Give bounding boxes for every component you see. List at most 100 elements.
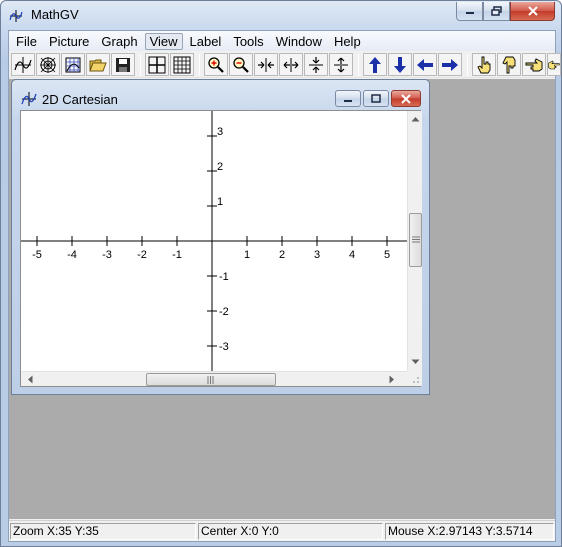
child-minimize-button[interactable] xyxy=(335,90,361,107)
x-tick-label: 2 xyxy=(279,249,285,261)
grip-icon xyxy=(207,376,214,384)
graph-function-button[interactable] xyxy=(11,53,35,76)
client-area: File Picture Graph View Label Tools Wind… xyxy=(8,30,561,542)
x-tick-label: 4 xyxy=(349,249,355,261)
3d-graph-button[interactable] xyxy=(61,53,85,76)
graph-function-icon xyxy=(21,92,37,106)
y-tick-label: -2 xyxy=(219,306,229,318)
menu-label[interactable]: Label xyxy=(185,33,227,50)
expand-horizontal-icon xyxy=(283,57,299,72)
minimize-button[interactable] xyxy=(456,2,483,21)
hand-right-button[interactable] xyxy=(547,53,561,76)
save-disk-icon xyxy=(116,57,130,72)
status-zoom: Zoom X:35 Y:35 xyxy=(10,523,196,540)
vertical-scroll-thumb[interactable] xyxy=(409,213,422,267)
menu-tools[interactable]: Tools xyxy=(228,33,268,50)
compress-vertical-icon xyxy=(309,56,323,73)
menu-picture[interactable]: Picture xyxy=(44,33,94,50)
child-caption-buttons xyxy=(333,90,421,107)
pan-up-button[interactable] xyxy=(363,53,387,76)
axes-button[interactable] xyxy=(145,53,169,76)
toolbar-group-file xyxy=(10,53,137,77)
expand-horizontal-button[interactable] xyxy=(279,53,303,76)
expand-vertical-button[interactable] xyxy=(329,53,353,76)
save-button[interactable] xyxy=(111,53,135,76)
menu-help[interactable]: Help xyxy=(329,33,366,50)
y-tick-label: -3 xyxy=(219,341,229,353)
size-grip[interactable] xyxy=(407,371,422,386)
arrow-down-icon xyxy=(394,56,406,73)
hand-up-button[interactable] xyxy=(472,53,496,76)
axes-icon xyxy=(148,56,166,73)
caption-buttons xyxy=(456,2,555,22)
horizontal-scroll-thumb[interactable] xyxy=(146,373,276,386)
zoom-out-icon xyxy=(233,56,249,73)
child-maximize-button[interactable] xyxy=(363,90,389,107)
compress-horizontal-button[interactable] xyxy=(254,53,278,76)
menu-bar: File Picture Graph View Label Tools Wind… xyxy=(9,31,555,51)
scroll-left-arrow-icon[interactable] xyxy=(27,375,33,384)
close-icon xyxy=(527,6,538,16)
grid-button[interactable] xyxy=(170,53,194,76)
child-close-button[interactable] xyxy=(391,90,421,107)
status-mouse: Mouse X:2.97143 Y:3.5714 xyxy=(385,523,554,540)
cartesian-plot[interactable]: -5 -4 -3 -2 -1 1 2 3 4 5 3 2 1 -1 -2 -3 xyxy=(21,111,407,371)
minimize-icon xyxy=(344,99,352,102)
x-tick-label: -3 xyxy=(102,249,112,261)
restore-icon xyxy=(490,6,502,16)
hand-down-button[interactable] xyxy=(497,53,521,76)
graph-function-icon xyxy=(14,56,32,73)
x-tick-label: 1 xyxy=(244,249,250,261)
title-bar[interactable]: MathGV xyxy=(1,1,561,29)
hand-pointer-right-icon xyxy=(548,60,560,69)
mdi-workspace: 2D Cartesian -5 -4 -3 -2 -1 1 2 3 4 5 3 2 1 -1 -2 -3 xyxy=(9,79,555,519)
toolbar xyxy=(9,52,561,78)
hand-pointer-left-icon xyxy=(525,57,543,71)
3d-graph-icon xyxy=(65,57,81,72)
arrow-left-icon xyxy=(417,58,433,71)
vertical-scrollbar[interactable] xyxy=(407,111,422,371)
scroll-down-arrow-icon[interactable] xyxy=(411,359,420,365)
window-title: MathGV xyxy=(31,7,79,22)
arrow-up-icon xyxy=(369,56,381,73)
hand-left-button[interactable] xyxy=(522,53,546,76)
menu-file[interactable]: File xyxy=(11,33,42,50)
x-tick-label: 3 xyxy=(314,249,320,261)
zoom-out-button[interactable] xyxy=(229,53,253,76)
app-window: MathGV File Picture Graph View Label Too… xyxy=(0,0,562,547)
scroll-right-arrow-icon[interactable] xyxy=(389,375,395,384)
status-center: Center X:0 Y:0 xyxy=(198,523,383,540)
plot-canvas[interactable]: -5 -4 -3 -2 -1 1 2 3 4 5 3 2 1 -1 -2 -3 xyxy=(21,111,407,371)
menu-view[interactable]: View xyxy=(144,32,183,50)
menu-graph[interactable]: Graph xyxy=(96,33,142,50)
menu-window[interactable]: Window xyxy=(271,33,327,50)
horizontal-scrollbar[interactable] xyxy=(21,371,407,386)
maximize-icon xyxy=(371,93,381,103)
polar-graph-button[interactable] xyxy=(36,53,60,76)
zoom-in-button[interactable] xyxy=(204,53,228,76)
polar-graph-icon xyxy=(40,56,56,73)
mathgv-app-icon xyxy=(9,10,23,22)
toolbar-separator xyxy=(358,53,359,76)
toolbar-separator xyxy=(140,53,141,76)
pan-left-button[interactable] xyxy=(413,53,437,76)
status-bar: Zoom X:35 Y:35 Center X:0 Y:0 Mouse X:2.… xyxy=(9,520,555,541)
expand-vertical-icon xyxy=(334,57,348,72)
y-tick-label: 2 xyxy=(217,161,223,173)
toolbar-group-hand xyxy=(471,53,562,77)
toolbar-group-zoom xyxy=(203,53,355,77)
pan-right-button[interactable] xyxy=(438,53,462,76)
close-button[interactable] xyxy=(510,2,555,21)
toolbar-group-axes xyxy=(144,53,196,77)
y-tick-label: 1 xyxy=(217,196,223,208)
close-icon xyxy=(401,93,411,104)
y-tick-label: 3 xyxy=(217,126,223,138)
toolbar-group-pan xyxy=(362,53,464,77)
maximize-button[interactable] xyxy=(483,2,510,21)
compress-vertical-button[interactable] xyxy=(304,53,328,76)
compress-horizontal-icon xyxy=(258,57,274,72)
x-tick-label: -2 xyxy=(137,249,147,261)
pan-down-button[interactable] xyxy=(388,53,412,76)
open-button[interactable] xyxy=(86,53,110,76)
scroll-up-arrow-icon[interactable] xyxy=(411,116,420,122)
